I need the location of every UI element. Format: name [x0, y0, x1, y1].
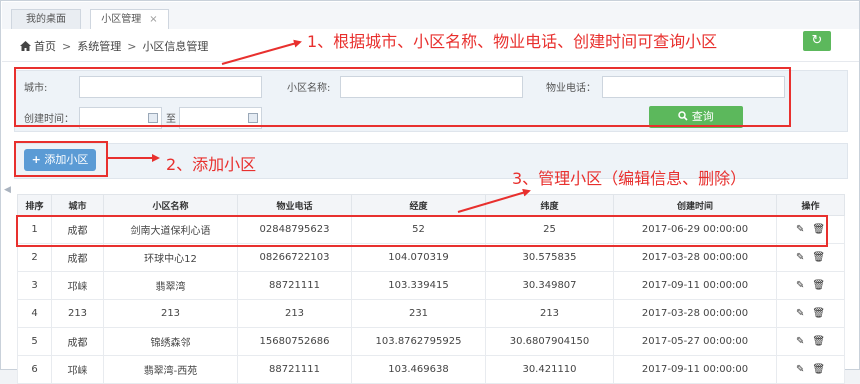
- annotation-2: 2、添加小区: [166, 155, 257, 174]
- annotation-3: 3、管理小区（编辑信息、删除）: [512, 169, 747, 188]
- annotation-1: 1、根据城市、小区名称、物业电话、创建时间可查询小区: [307, 32, 718, 51]
- annotation-arrow-3: [457, 188, 531, 213]
- annotation-arrow-1: [221, 39, 302, 65]
